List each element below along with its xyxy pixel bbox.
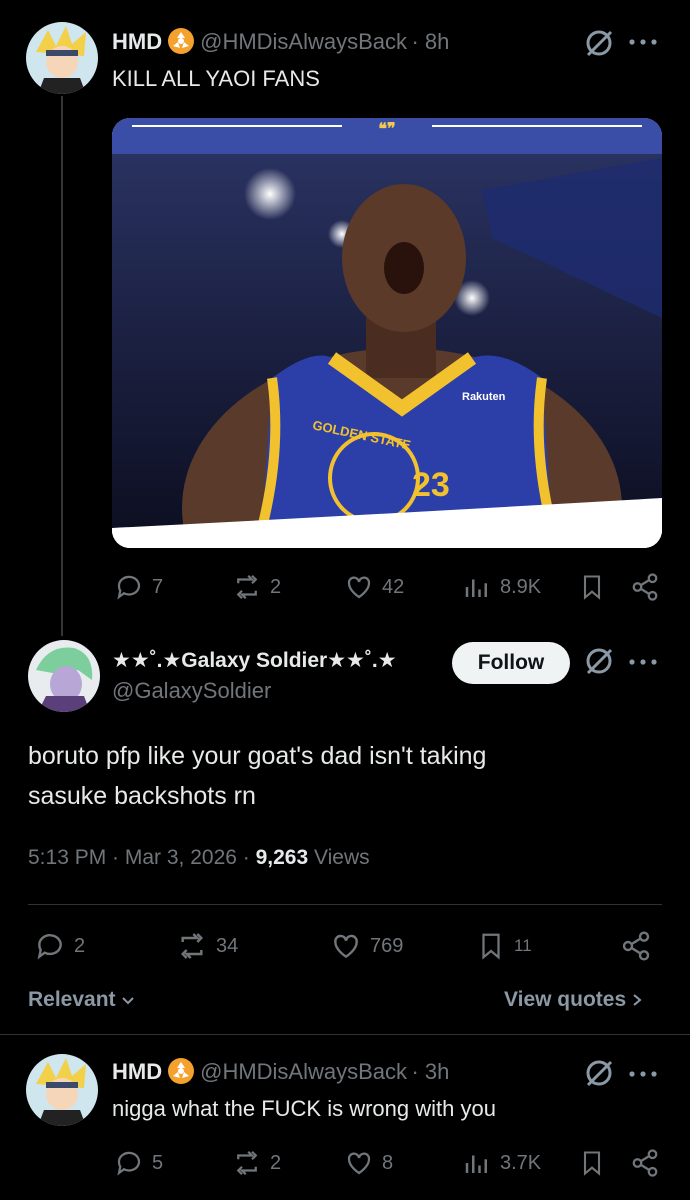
repost-button[interactable]: 2 — [232, 572, 281, 602]
chevron-right-icon — [633, 994, 642, 1006]
view-quotes-label: View quotes — [504, 988, 627, 1011]
thread-connector-line — [61, 96, 63, 636]
tweet-text: boruto pfp like your goat's dad isn't ta… — [28, 736, 486, 816]
views-button[interactable]: 8.9K — [462, 572, 541, 602]
share-button[interactable] — [630, 572, 660, 602]
reply-button[interactable]: 5 — [114, 1148, 163, 1178]
tweet-text: nigga what the FUCK is wrong with you — [112, 1096, 496, 1121]
like-count: 42 — [382, 575, 405, 598]
follow-button[interactable]: Follow — [452, 642, 570, 684]
repost-count: 2 — [270, 1151, 282, 1174]
avatar[interactable] — [26, 1054, 98, 1126]
reply-button[interactable]: 2 — [34, 930, 85, 962]
sort-replies-dropdown[interactable]: Relevant — [28, 988, 136, 1012]
chevron-down-icon — [121, 997, 134, 1005]
like-button[interactable]: 769 — [330, 930, 403, 962]
repost-count: 34 — [216, 934, 239, 957]
bookmark-button[interactable] — [578, 1148, 606, 1178]
view-count: 3.7K — [500, 1151, 542, 1174]
jersey-number: 23 — [412, 466, 450, 504]
tweet-media-image[interactable]: ❝❞ Rakuten GOLDEN STATE 23 — [112, 118, 662, 548]
quote-mark: ❝❞ — [378, 121, 395, 138]
like-button[interactable]: 8 — [344, 1148, 393, 1178]
affiliate-badge-icon — [168, 28, 195, 54]
share-icon — [632, 573, 658, 601]
repost-button[interactable]: 34 — [176, 930, 238, 962]
timestamp[interactable]: · 8h — [411, 29, 449, 54]
jersey-sponsor: Rakuten — [462, 391, 506, 403]
reply-count: 2 — [74, 934, 86, 957]
share-icon — [632, 1149, 658, 1177]
share-button[interactable] — [630, 1148, 660, 1178]
analytics-icon — [465, 579, 487, 597]
display-name[interactable]: HMD — [112, 1059, 162, 1084]
repost-icon — [236, 1150, 258, 1176]
repost-button[interactable]: 2 — [232, 1148, 281, 1178]
sort-label: Relevant — [28, 988, 116, 1011]
reply-icon — [117, 575, 141, 600]
repost-icon — [236, 574, 258, 600]
share-button[interactable] — [620, 930, 652, 962]
like-count: 769 — [370, 934, 404, 957]
like-count: 8 — [382, 1151, 394, 1174]
views-label: Views — [314, 846, 370, 869]
grok-icon[interactable] — [584, 28, 614, 63]
bookmark-icon — [482, 933, 500, 960]
views-button[interactable]: 3.7K — [462, 1148, 541, 1178]
display-name[interactable]: HMD — [112, 29, 162, 54]
bookmark-button[interactable]: 11 — [476, 930, 532, 962]
display-name[interactable]: ★★˚.★Galaxy Soldier★★˚.★ — [112, 648, 397, 673]
view-count: 9,263 — [255, 846, 309, 869]
username[interactable]: @GalaxySoldier — [112, 678, 271, 704]
reply-count: 7 — [152, 575, 164, 598]
grok-icon[interactable] — [584, 646, 614, 681]
timestamp[interactable]: · 3h — [411, 1059, 449, 1084]
bookmark-count: 11 — [514, 936, 532, 955]
reply-count: 5 — [152, 1151, 164, 1174]
heart-icon — [347, 1152, 371, 1175]
view-quotes-link[interactable]: View quotes — [504, 988, 644, 1012]
more-options-icon[interactable] — [628, 34, 658, 52]
divider — [0, 1034, 690, 1035]
post-timestamp[interactable]: 5:13 PM · Mar 3, 2026 · — [28, 846, 250, 869]
tweet-header: HMD @HMDisAlwaysBack · 8h — [112, 28, 449, 59]
reply-icon — [117, 1151, 141, 1176]
analytics-icon — [465, 1155, 487, 1173]
avatar[interactable] — [28, 640, 100, 712]
bookmark-icon — [583, 575, 601, 600]
affiliate-badge-icon — [168, 1058, 195, 1084]
more-options-icon[interactable] — [628, 1066, 658, 1084]
heart-icon — [347, 576, 371, 599]
divider — [28, 904, 662, 905]
view-count: 8.9K — [500, 575, 542, 598]
share-icon — [622, 931, 650, 961]
username[interactable]: @HMDisAlwaysBack — [200, 29, 407, 54]
tweet-metadata: 5:13 PM · Mar 3, 2026 · 9,263 Views — [28, 846, 370, 870]
bookmark-icon — [583, 1151, 601, 1176]
tweet-text-line: boruto pfp like your goat's dad isn't ta… — [28, 742, 487, 770]
grok-icon[interactable] — [584, 1058, 614, 1093]
tweet-text: KILL ALL YAOI FANS — [112, 66, 320, 91]
reply-icon — [37, 934, 62, 960]
repost-count: 2 — [270, 575, 282, 598]
like-button[interactable]: 42 — [344, 572, 404, 602]
bookmark-button[interactable] — [578, 572, 606, 602]
repost-icon — [180, 933, 204, 959]
username[interactable]: @HMDisAlwaysBack — [200, 1059, 407, 1084]
avatar[interactable] — [26, 22, 98, 94]
reply-button[interactable]: 7 — [114, 572, 163, 602]
tweet-header: HMD @HMDisAlwaysBack · 3h — [112, 1058, 449, 1089]
heart-icon — [334, 934, 358, 959]
tweet-text-line: sasuke backshots rn — [28, 782, 256, 810]
more-options-icon[interactable] — [628, 654, 658, 672]
